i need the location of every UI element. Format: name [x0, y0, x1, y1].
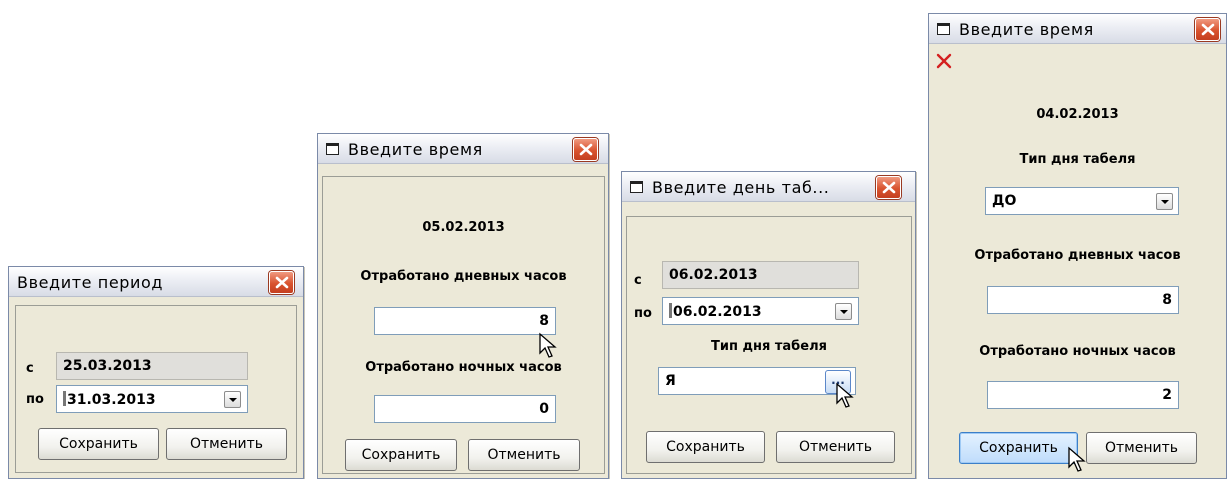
- date-label: 04.02.2013: [1036, 107, 1119, 122]
- date-label: 05.02.2013: [422, 220, 505, 235]
- from-label: с: [26, 361, 34, 376]
- chevron-down-icon[interactable]: [224, 391, 241, 408]
- day-hours-field[interactable]: 8: [987, 286, 1179, 314]
- mouse-pointer-icon: [1068, 446, 1086, 472]
- from-date-field: 06.02.2013: [662, 261, 859, 289]
- close-icon: [882, 181, 896, 194]
- from-label: с: [634, 273, 642, 288]
- close-icon: [579, 143, 593, 156]
- dialog-panel: 05.02.2013 Отработано дневных часов 8 От…: [322, 176, 605, 474]
- close-icon: [275, 276, 289, 289]
- title-bar[interactable]: Введите период: [9, 267, 303, 297]
- day-hours-label: Отработано дневных часов: [360, 269, 567, 284]
- text-caret: [669, 303, 672, 318]
- night-hours-field[interactable]: 2: [987, 381, 1179, 409]
- window-icon: [326, 143, 339, 155]
- close-icon: [1201, 23, 1215, 36]
- to-label: по: [634, 306, 652, 321]
- night-hours-field[interactable]: 0: [374, 395, 556, 423]
- to-date-picker[interactable]: 06.02.2013: [662, 297, 859, 325]
- day-type-label: Тип дня табеля: [1019, 152, 1136, 167]
- dialog-title: Введите период: [17, 273, 164, 292]
- to-date-value: 06.02.2013: [673, 304, 762, 320]
- title-bar[interactable]: Введите время: [929, 14, 1226, 44]
- cancel-button[interactable]: Отменить: [1086, 432, 1197, 464]
- cancel-button[interactable]: Отменить: [468, 439, 580, 471]
- dialog-panel: с 06.02.2013 по 06.02.2013 Тип дня табел…: [626, 216, 912, 474]
- close-button[interactable]: [1195, 18, 1220, 41]
- save-button[interactable]: Сохранить: [345, 439, 457, 471]
- title-bar[interactable]: Введите день таб...: [622, 172, 915, 202]
- close-button[interactable]: [269, 271, 294, 294]
- time-dialog: Введите время 05.02.2013 Отработано днев…: [317, 133, 609, 479]
- close-button[interactable]: [573, 138, 598, 161]
- day-type-select[interactable]: ДО: [985, 187, 1179, 215]
- day-hours-label: Отработано дневных часов: [974, 248, 1181, 263]
- chevron-down-icon[interactable]: [1156, 193, 1173, 210]
- mouse-pointer-icon: [836, 382, 854, 408]
- dialog-title: Введите время: [959, 20, 1094, 39]
- dialog-title: Введите день таб...: [652, 178, 830, 197]
- day-type-label: Тип дня табеля: [711, 339, 827, 354]
- title-bar[interactable]: Введите время: [318, 134, 608, 164]
- cancel-button[interactable]: Отменить: [776, 431, 895, 463]
- night-hours-label: Отработано ночных часов: [365, 360, 562, 375]
- to-date-value: 31.03.2013: [67, 392, 156, 408]
- window-icon: [630, 181, 643, 193]
- night-hours-label: Отработано ночных часов: [979, 344, 1176, 359]
- save-button[interactable]: Сохранить: [959, 432, 1078, 464]
- time-day-type-dialog: Введите время 04.02.2013 Тип дня табеля …: [928, 13, 1227, 479]
- day-type-value: ДО: [992, 193, 1017, 209]
- text-caret: [63, 391, 66, 406]
- mouse-pointer-icon: [539, 332, 557, 358]
- dialog-panel: с 25.03.2013 по 31.03.2013 Сохранить Отм…: [15, 305, 297, 473]
- close-button[interactable]: [876, 176, 901, 199]
- chevron-down-icon[interactable]: [835, 303, 852, 320]
- to-date-picker[interactable]: 31.03.2013: [56, 385, 248, 413]
- cancel-button[interactable]: Отменить: [166, 428, 287, 460]
- window-icon: [937, 23, 950, 35]
- period-dialog: Введите период с 25.03.2013 по 31.03.201…: [8, 266, 304, 479]
- to-label: по: [26, 392, 44, 407]
- save-button[interactable]: Сохранить: [38, 428, 159, 460]
- day-hours-field[interactable]: 8: [374, 307, 556, 335]
- dialog-title: Введите время: [348, 140, 483, 159]
- day-type-dialog: Введите день таб... с 06.02.2013 по 06.0…: [621, 171, 916, 479]
- from-date-field: 25.03.2013: [56, 352, 248, 380]
- red-x-icon[interactable]: [935, 52, 953, 70]
- save-button[interactable]: Сохранить: [646, 431, 765, 463]
